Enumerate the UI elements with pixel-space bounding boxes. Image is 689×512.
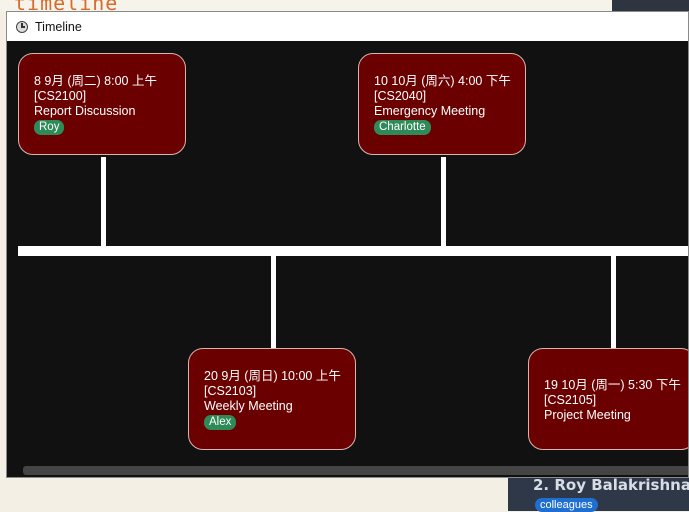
event-datetime: 20 9月 (周日) 10:00 上午 xyxy=(204,369,341,383)
event-title: Report Discussion xyxy=(34,104,136,118)
event-connector xyxy=(611,255,616,349)
clock-icon xyxy=(16,20,28,33)
title-bar[interactable]: Timeline xyxy=(7,12,688,41)
event-connector xyxy=(271,255,276,349)
event-module: [CS2100] xyxy=(34,89,87,103)
event-title: Emergency Meeting xyxy=(374,104,486,118)
timeline-canvas: 8 9月 (周二) 8:00 上午 [CS2100] Report Discus… xyxy=(7,41,688,477)
event-connector xyxy=(441,157,446,247)
event-datetime: 19 10月 (周一) 5:30 下午 xyxy=(544,378,681,392)
window-title: Timeline xyxy=(35,19,82,34)
timeline-window[interactable]: Timeline 8 9月 (周二) 8:00 上午 [CS2100] Repo… xyxy=(6,11,689,478)
event-card[interactable]: 10 10月 (周六) 4:00 下午 [CS2040] Emergency M… xyxy=(358,53,526,155)
event-title: Weekly Meeting xyxy=(204,399,293,413)
event-connector xyxy=(101,157,106,247)
person-tag: Alex xyxy=(204,415,237,430)
event-datetime: 8 9月 (周二) 8:00 上午 xyxy=(34,74,157,88)
event-module: [CS2105] xyxy=(544,393,597,407)
background-contact-name[interactable]: 2. Roy Balakrishnan xyxy=(533,476,689,494)
timeline-axis xyxy=(18,246,688,256)
event-card[interactable]: 20 9月 (周日) 10:00 上午 [CS2103] Weekly Meet… xyxy=(188,348,356,450)
event-card[interactable]: 8 9月 (周二) 8:00 上午 [CS2100] Report Discus… xyxy=(18,53,186,155)
horizontal-scrollbar[interactable] xyxy=(23,466,688,475)
event-datetime: 10 10月 (周六) 4:00 下午 xyxy=(374,74,511,88)
event-title: Project Meeting xyxy=(544,408,631,422)
background-app-area xyxy=(0,478,508,511)
background-contact-tag: colleagues xyxy=(535,498,598,512)
event-module: [CS2103] xyxy=(204,384,257,398)
person-tag: Roy xyxy=(34,120,65,135)
person-tag: Charlotte xyxy=(374,120,431,135)
event-card[interactable]: 19 10月 (周一) 5:30 下午 [CS2105] Project Mee… xyxy=(528,348,688,450)
event-module: [CS2040] xyxy=(374,89,427,103)
